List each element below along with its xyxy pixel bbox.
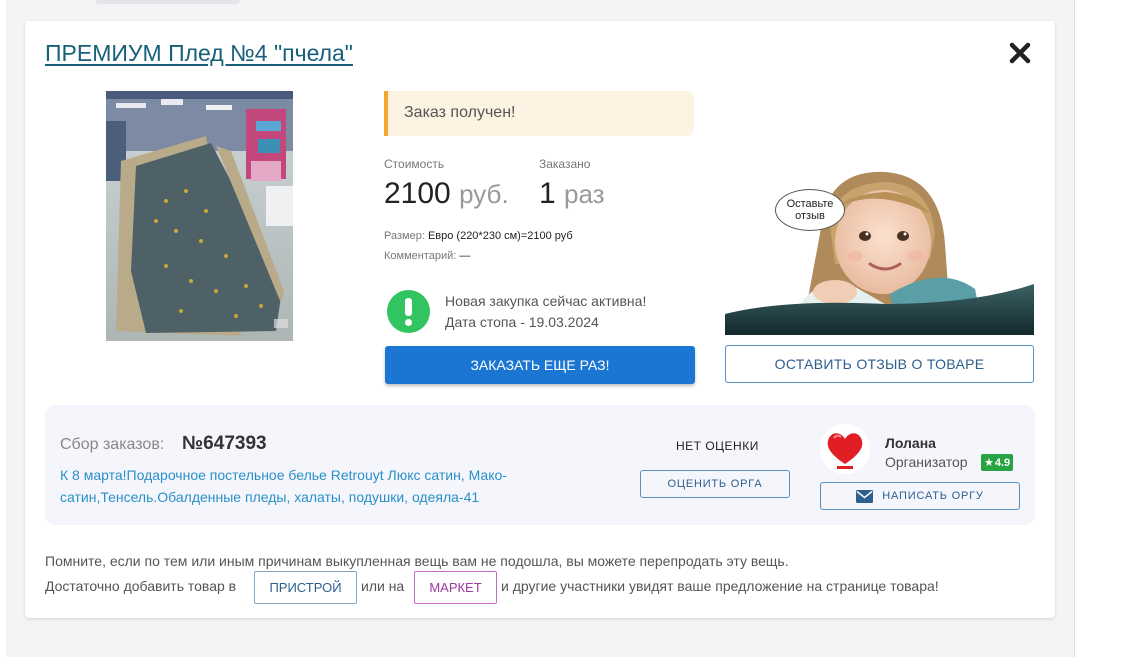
no-rating-label: НЕТ ОЦЕНКИ [676, 439, 759, 453]
size-label: Размер: [384, 230, 425, 242]
price-label: Стоимость [384, 157, 445, 171]
ordered-value: 1 раз [539, 177, 605, 211]
price-value: 2100 руб. [384, 177, 509, 211]
purchase-stop-date: Дата стопа - 19.03.2024 [445, 314, 599, 330]
organizer-avatar[interactable] [820, 424, 870, 474]
ordered-label: Заказано [539, 157, 591, 171]
exclamation-icon [387, 290, 430, 333]
write-organizer-button[interactable]: НАПИСАТЬ ОРГУ [820, 482, 1020, 510]
organizer-rating-value: 4.9 [994, 456, 1011, 469]
order-card: ПРЕМИУМ Плед №4 "пчела" Заказ получен! С… [25, 21, 1055, 618]
pristroy-button[interactable]: ПРИСТРОЙ [254, 571, 357, 604]
leave-review-button[interactable]: ОСТАВИТЬ ОТЗЫВ О ТОВАРЕ [725, 345, 1034, 383]
size-detail: Размер: Евро (220*230 см)=2100 руб [384, 230, 573, 242]
price-unit: руб. [459, 179, 509, 209]
market-button[interactable]: МАРКЕТ [414, 571, 497, 604]
purchase-active-text: Новая закупка сейчас активна! [445, 293, 647, 309]
order-status-text: Заказ получен! [404, 104, 516, 121]
comment-value: — [459, 250, 471, 262]
order-status-notice: Заказ получен! [384, 91, 694, 136]
organizer-role: Организатор [885, 454, 968, 470]
review-banner[interactable]: Оставьте отзыв [725, 164, 1034, 335]
collection-number: №647393 [182, 433, 267, 454]
size-value: Евро (220*230 см)=2100 руб [427, 230, 573, 242]
price-amount: 2100 [384, 177, 451, 210]
top-tab-shadow [95, 0, 240, 4]
star-icon: ★ [984, 457, 994, 469]
ordered-unit: раз [564, 179, 605, 209]
resell-note: Помните, если по тем или иным причинам в… [45, 553, 789, 569]
write-organizer-label: НАПИСАТЬ ОРГУ [882, 490, 984, 502]
collection-description-link[interactable]: К 8 марта!Подарочное постельное белье Re… [60, 464, 560, 508]
organizer-rating-badge: ★ 4.9 [981, 454, 1014, 471]
comment-label: Комментарий: [384, 250, 457, 262]
resell-prefix: Достаточно добавить товар в [45, 578, 237, 594]
resell-suffix: и другие участники увидят ваше предложен… [501, 578, 939, 594]
product-title-link[interactable]: ПРЕМИУМ Плед №4 "пчела" [45, 40, 353, 67]
organizer-panel: Сбор заказов: №647393 К 8 марта!Подарочн… [45, 405, 1035, 525]
rate-organizer-button[interactable]: ОЦЕНИТЬ ОРГА [640, 470, 790, 498]
ordered-count: 1 [539, 177, 556, 210]
resell-middle: или на [361, 578, 405, 594]
organizer-name[interactable]: Лолана [885, 435, 936, 451]
order-again-button[interactable]: ЗАКАЗАТЬ ЕЩЕ РАЗ! [385, 346, 695, 384]
envelope-icon [856, 489, 874, 503]
collection-label: Сбор заказов: [60, 436, 165, 453]
review-speech-bubble: Оставьте отзыв [775, 189, 845, 231]
product-image[interactable] [106, 91, 293, 341]
comment-detail: Комментарий: — [384, 250, 470, 262]
close-icon[interactable] [1008, 41, 1032, 65]
